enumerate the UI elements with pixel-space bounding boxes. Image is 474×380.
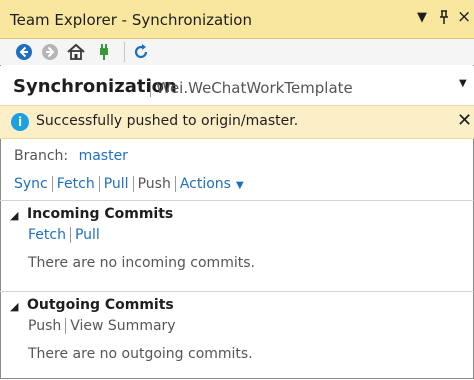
incoming-commits-header[interactable]: Incoming Commits: [27, 206, 173, 222]
link-separator: [51, 176, 53, 192]
outgoing-push-link[interactable]: Push: [28, 318, 61, 334]
toolbar: [0, 39, 474, 65]
home-icon[interactable]: [66, 42, 86, 62]
repository-name[interactable]: Wei.WeChatWorkTemplate: [156, 79, 353, 97]
outgoing-commits-header[interactable]: Outgoing Commits: [27, 297, 174, 313]
actions-row: Sync Fetch Pull Push Actions ▼: [14, 176, 244, 192]
branch-label: Branch:: [14, 148, 69, 164]
refresh-icon[interactable]: [131, 42, 151, 62]
caret-down-icon[interactable]: ▼: [236, 180, 244, 191]
collapse-icon[interactable]: ◢: [10, 300, 18, 313]
back-icon[interactable]: [14, 42, 34, 62]
window-title: Team Explorer - Synchronization: [10, 11, 252, 29]
info-icon: i: [11, 113, 29, 131]
dropdown-icon[interactable]: ▼: [417, 10, 427, 25]
link-separator: [65, 318, 67, 334]
link-separator: [98, 176, 100, 192]
toolbar-separator: [124, 42, 125, 62]
page-title: Synchronization: [13, 76, 177, 97]
connect-icon[interactable]: [94, 42, 114, 62]
branch-row: Branch: master: [14, 148, 128, 164]
pull-link[interactable]: Pull: [104, 176, 129, 192]
page-header: Synchronization Wei.WeChatWorkTemplate ▼: [0, 66, 474, 106]
header-separator: [150, 79, 151, 97]
title-bar: Team Explorer - Synchronization ▼ ×: [0, 0, 474, 39]
dismiss-icon[interactable]: ✕: [457, 110, 472, 131]
notification-bar: i Successfully pushed to origin/master. …: [0, 105, 474, 139]
close-icon[interactable]: ×: [457, 7, 471, 27]
link-separator: [132, 176, 134, 192]
section-divider: [0, 291, 474, 292]
outgoing-actions: Push View Summary: [28, 318, 176, 334]
collapse-icon[interactable]: ◢: [10, 209, 18, 222]
incoming-empty-message: There are no incoming commits.: [28, 255, 255, 271]
link-separator: [174, 176, 176, 192]
incoming-fetch-link[interactable]: Fetch: [28, 227, 66, 243]
incoming-pull-link[interactable]: Pull: [75, 227, 100, 243]
pin-icon[interactable]: [438, 10, 450, 28]
push-link[interactable]: Push: [138, 176, 171, 192]
forward-icon[interactable]: [40, 42, 60, 62]
incoming-actions: Fetch Pull: [28, 227, 100, 243]
actions-menu[interactable]: Actions: [180, 176, 231, 192]
view-summary-link[interactable]: View Summary: [70, 318, 175, 334]
chevron-down-icon[interactable]: ▼: [459, 78, 467, 89]
notification-message: Successfully pushed to origin/master.: [36, 113, 299, 129]
sync-link[interactable]: Sync: [14, 176, 48, 192]
branch-link[interactable]: master: [79, 148, 128, 164]
section-divider: [0, 200, 474, 201]
link-separator: [69, 227, 71, 243]
outgoing-empty-message: There are no outgoing commits.: [28, 346, 253, 362]
fetch-link[interactable]: Fetch: [57, 176, 95, 192]
